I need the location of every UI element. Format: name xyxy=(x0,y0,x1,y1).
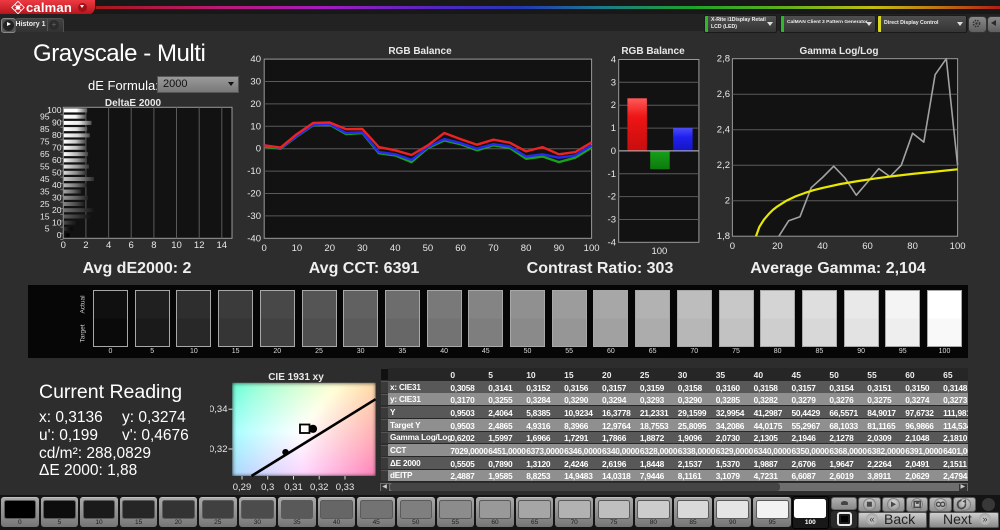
svg-text:0,33: 0,33 xyxy=(336,482,355,493)
svg-text:-1: -1 xyxy=(608,169,616,180)
svg-text:0,29: 0,29 xyxy=(233,482,252,493)
svg-text:2: 2 xyxy=(725,196,730,207)
svg-text:30: 30 xyxy=(52,193,62,203)
svg-text:70: 70 xyxy=(52,143,62,153)
svg-text:0,3: 0,3 xyxy=(261,482,274,493)
svg-text:80: 80 xyxy=(52,130,62,140)
svg-text:95: 95 xyxy=(40,112,50,122)
svg-text:-30: -30 xyxy=(247,211,261,222)
svg-text:2,8: 2,8 xyxy=(717,54,730,65)
svg-text:RGB Balance: RGB Balance xyxy=(388,46,452,57)
svg-text:40: 40 xyxy=(390,243,401,254)
svg-text:80: 80 xyxy=(907,241,918,252)
svg-text:3: 3 xyxy=(611,77,616,88)
svg-text:50: 50 xyxy=(423,243,434,254)
svg-text:2: 2 xyxy=(83,240,88,251)
svg-text:0: 0 xyxy=(611,146,616,157)
svg-text:0: 0 xyxy=(57,230,62,240)
svg-text:5: 5 xyxy=(45,224,50,234)
svg-text:65: 65 xyxy=(40,149,50,159)
svg-text:40: 40 xyxy=(817,241,828,252)
svg-text:20: 20 xyxy=(250,99,261,110)
svg-text:25: 25 xyxy=(40,199,50,209)
svg-text:10: 10 xyxy=(171,240,182,251)
svg-text:15: 15 xyxy=(40,211,50,221)
svg-text:85: 85 xyxy=(40,124,50,134)
svg-text:20: 20 xyxy=(52,205,62,215)
svg-text:4: 4 xyxy=(106,240,111,251)
svg-text:4: 4 xyxy=(611,55,616,66)
svg-text:55: 55 xyxy=(40,161,50,171)
svg-text:70: 70 xyxy=(488,243,499,254)
svg-text:30: 30 xyxy=(250,77,261,88)
svg-text:-3: -3 xyxy=(608,215,616,226)
svg-text:2,6: 2,6 xyxy=(717,89,730,100)
svg-text:-10: -10 xyxy=(247,166,261,177)
svg-text:40: 40 xyxy=(52,180,62,190)
svg-text:0: 0 xyxy=(262,243,267,254)
svg-text:2,2: 2,2 xyxy=(717,160,730,171)
svg-text:-20: -20 xyxy=(247,189,261,200)
svg-text:-2: -2 xyxy=(608,192,616,203)
svg-text:20: 20 xyxy=(772,241,783,252)
svg-text:1,8: 1,8 xyxy=(717,231,730,242)
svg-text:75: 75 xyxy=(40,136,50,146)
svg-text:10: 10 xyxy=(250,121,261,132)
svg-text:60: 60 xyxy=(455,243,466,254)
svg-text:0: 0 xyxy=(61,240,66,251)
svg-text:-4: -4 xyxy=(608,237,616,248)
svg-text:100: 100 xyxy=(651,246,667,255)
svg-text:45: 45 xyxy=(40,174,50,184)
svg-text:90: 90 xyxy=(554,243,565,254)
svg-text:Gamma Log/Log: Gamma Log/Log xyxy=(800,46,879,57)
svg-text:60: 60 xyxy=(862,241,873,252)
svg-text:10: 10 xyxy=(52,218,62,228)
svg-text:-40: -40 xyxy=(247,233,261,244)
svg-text:35: 35 xyxy=(40,186,50,196)
svg-text:40: 40 xyxy=(250,54,261,65)
svg-text:50: 50 xyxy=(52,168,62,178)
svg-text:60: 60 xyxy=(52,155,62,165)
svg-text:RGB Balance: RGB Balance xyxy=(621,46,685,57)
svg-text:12: 12 xyxy=(194,240,205,251)
svg-text:20: 20 xyxy=(324,243,335,254)
svg-text:2: 2 xyxy=(611,100,616,111)
svg-text:0,32: 0,32 xyxy=(210,444,228,455)
svg-text:0,32: 0,32 xyxy=(310,482,329,493)
svg-text:1: 1 xyxy=(611,123,616,134)
svg-text:80: 80 xyxy=(521,243,532,254)
svg-text:14: 14 xyxy=(217,240,228,251)
svg-text:2,4: 2,4 xyxy=(717,125,730,136)
svg-text:0,31: 0,31 xyxy=(284,482,303,493)
svg-text:90: 90 xyxy=(52,118,62,128)
svg-text:0: 0 xyxy=(256,144,261,155)
svg-text:8: 8 xyxy=(151,240,156,251)
svg-text:100: 100 xyxy=(950,241,966,252)
svg-text:30: 30 xyxy=(357,243,368,254)
svg-text:10: 10 xyxy=(292,243,303,254)
svg-text:0: 0 xyxy=(730,241,735,252)
svg-text:0,34: 0,34 xyxy=(210,404,228,415)
svg-text:CIE 1931 xy: CIE 1931 xy xyxy=(268,372,324,383)
svg-text:6: 6 xyxy=(129,240,134,251)
